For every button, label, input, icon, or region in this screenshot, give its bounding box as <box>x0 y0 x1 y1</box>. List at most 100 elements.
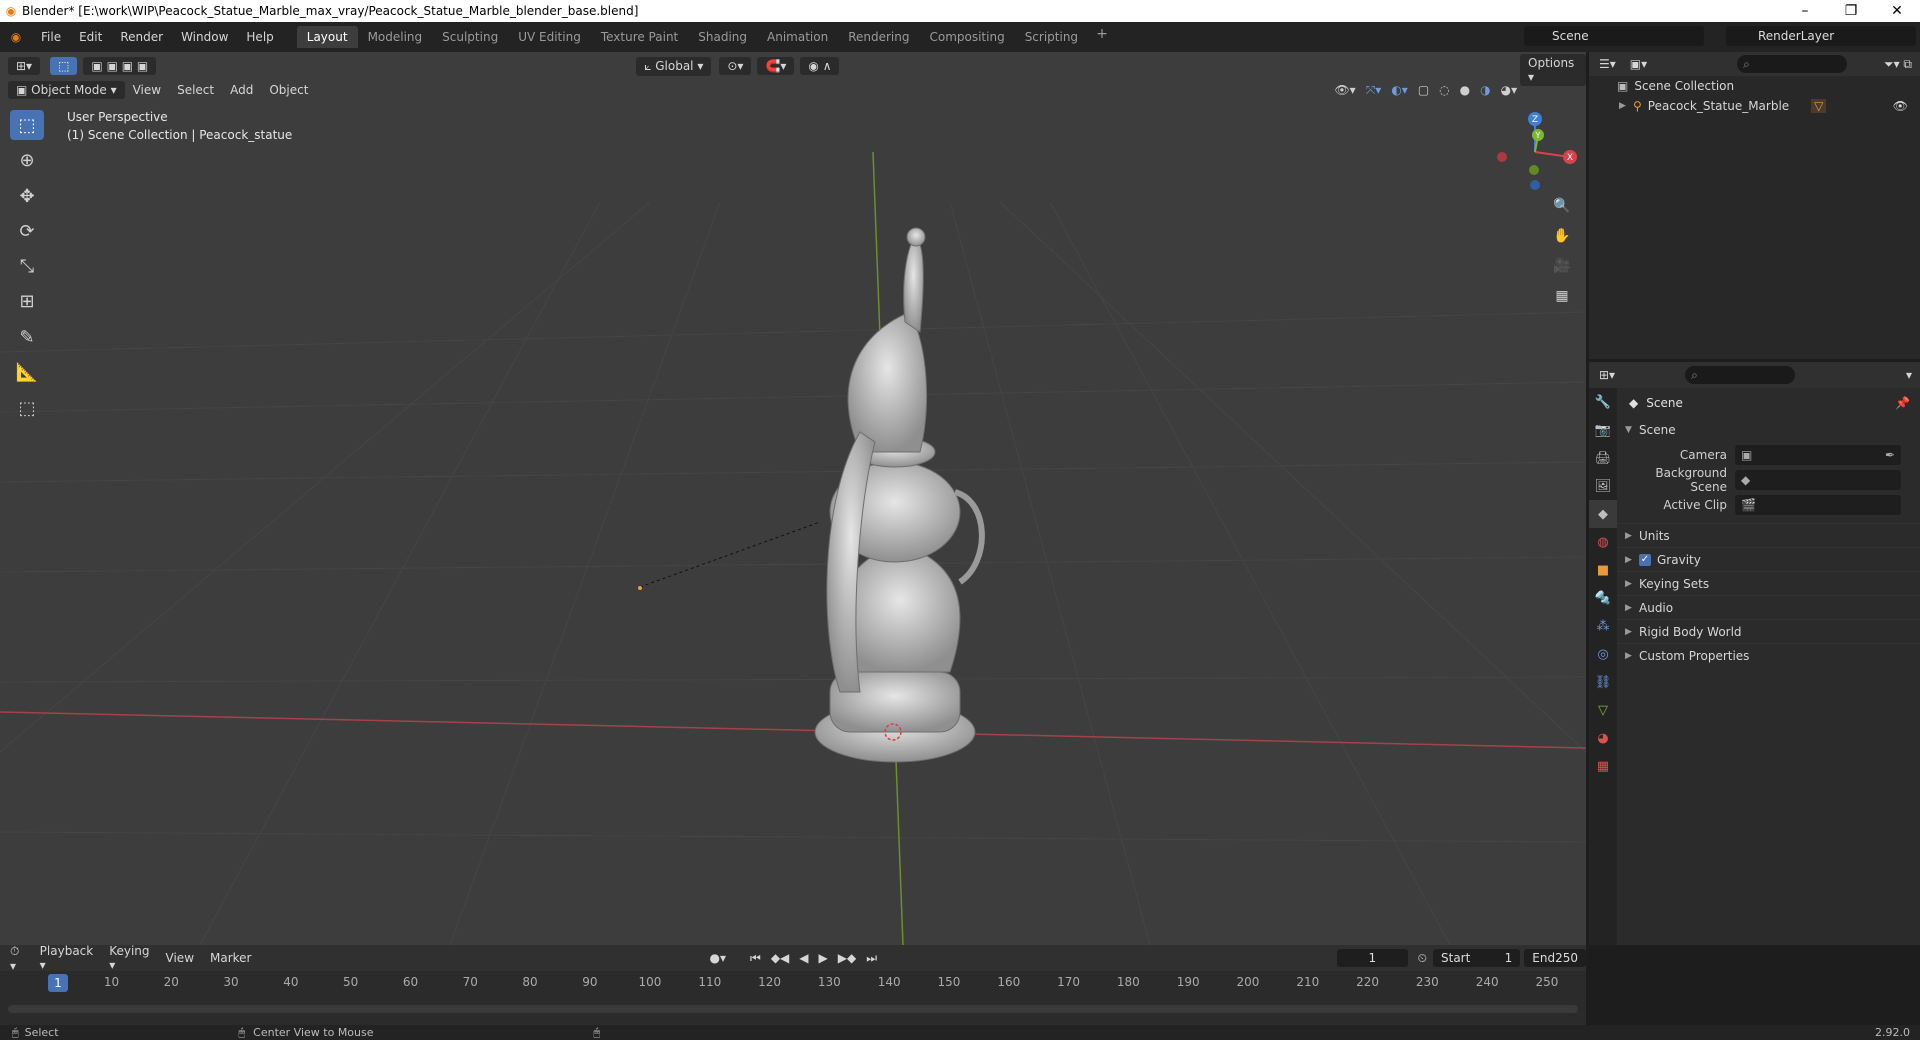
measure-tool-icon[interactable]: 📐 <box>10 357 44 387</box>
outliner-search-input[interactable]: ⌕ <box>1737 55 1848 73</box>
tab-shading[interactable]: Shading <box>688 26 757 48</box>
solid-shading-icon[interactable]: ● <box>1460 83 1470 98</box>
snap-icon[interactable]: 🧲▾ <box>757 57 795 75</box>
scene-selector[interactable]: Scene <box>1524 26 1704 46</box>
zoom-icon[interactable]: 🔍 <box>1548 192 1576 220</box>
outliner-editor-type-icon[interactable]: ☰▾ <box>1599 57 1616 71</box>
panel-gravity[interactable]: ▶ ✓ Gravity <box>1617 547 1920 571</box>
properties-search-input[interactable]: ⌕ <box>1685 366 1796 384</box>
tab-layout[interactable]: Layout <box>296 26 358 48</box>
proportional-edit-icon[interactable]: ◉ ∧ <box>800 57 840 75</box>
select-tool-icon[interactable]: ⬚ <box>10 110 44 140</box>
current-frame-indicator[interactable]: 1 <box>48 974 68 992</box>
display-mode-icon[interactable]: ▣▾ <box>1630 57 1647 71</box>
render-layer-selector[interactable]: RenderLayer <box>1726 26 1916 46</box>
wireframe-shading-icon[interactable]: ◌ <box>1439 83 1449 98</box>
timeline-scrollbar[interactable] <box>8 1005 1578 1013</box>
start-frame-field[interactable]: Start 1 <box>1433 949 1521 967</box>
gravity-checkbox[interactable]: ✓ <box>1639 553 1651 566</box>
material-tab-icon[interactable]: ◕ <box>1589 724 1617 752</box>
render-tab-icon[interactable]: 📷 <box>1589 416 1617 444</box>
view-layer-tab-icon[interactable]: 🖼 <box>1589 472 1617 500</box>
visibility-eye-icon[interactable]: 👁 <box>1893 99 1908 113</box>
modifier-tab-icon[interactable]: 🔩 <box>1589 584 1617 612</box>
panel-audio[interactable]: ▶ Audio <box>1617 595 1920 619</box>
object-tab-icon[interactable]: ■ <box>1589 556 1617 584</box>
play-reverse-icon[interactable]: ◀ <box>799 951 808 966</box>
add-workspace-icon[interactable]: + <box>1088 26 1116 48</box>
camera-field[interactable]: ▣ ✒ <box>1735 444 1901 465</box>
pan-hand-icon[interactable]: ✋ <box>1548 222 1576 250</box>
viewport-menu-object[interactable]: Object <box>261 83 316 97</box>
pin-icon[interactable]: 📌 <box>1895 396 1910 410</box>
panel-units[interactable]: ▶ Units <box>1617 523 1920 547</box>
tab-uv-editing[interactable]: UV Editing <box>508 26 591 48</box>
menu-edit[interactable]: Edit <box>70 30 111 44</box>
object-data-icon[interactable]: ▽ <box>1811 99 1827 113</box>
tab-scripting[interactable]: Scripting <box>1015 26 1088 48</box>
blender-menu-icon[interactable]: ◉ <box>0 30 32 44</box>
current-frame-field[interactable]: 1 <box>1337 949 1408 967</box>
tab-texture-paint[interactable]: Texture Paint <box>591 26 688 48</box>
timeline-menu-marker[interactable]: Marker <box>202 951 259 965</box>
mode-dropdown[interactable]: ▣ Object Mode ▾ <box>8 81 125 99</box>
pivot-icon[interactable]: ⊙▾ <box>719 57 752 75</box>
play-icon[interactable]: ▶ <box>819 951 828 966</box>
select-box-icon[interactable]: ⬚ <box>50 57 78 75</box>
rendered-shading-icon[interactable]: ◕▾ <box>1501 83 1518 98</box>
tab-animation[interactable]: Animation <box>757 26 838 48</box>
restore-button[interactable]: ❐ <box>1828 3 1874 19</box>
active-clip-field[interactable]: 🎬 <box>1735 494 1901 515</box>
jump-start-icon[interactable]: ⏮ <box>750 951 761 966</box>
properties-options-icon[interactable]: ▾ <box>1906 368 1912 382</box>
overlay-toggle-icon[interactable]: ◐▾ <box>1391 83 1408 98</box>
frame-ruler[interactable]: 1 10 20 30 40 50 60 70 80 90 100 110 120 130 140 150 16… <box>0 973 1586 995</box>
tab-rendering[interactable]: Rendering <box>838 26 919 48</box>
tab-sculpting[interactable]: Sculpting <box>432 26 508 48</box>
add-cube-tool-icon[interactable]: ⬚ <box>10 393 44 423</box>
scale-tool-icon[interactable]: ⤡ <box>10 251 44 281</box>
timeline-menu-view[interactable]: View <box>158 951 202 965</box>
tool-tab-icon[interactable]: 🔧 <box>1589 388 1617 416</box>
outliner-item[interactable]: ▶ ⚲ Peacock_Statue_Marble ▽ 👁 <box>1589 96 1920 116</box>
viewport-menu-select[interactable]: Select <box>169 83 222 97</box>
scene-section-header[interactable]: ▼ Scene <box>1617 418 1920 442</box>
camera-view-icon[interactable]: 🎥 <box>1548 252 1576 280</box>
jump-end-icon[interactable]: ⏭ <box>866 951 877 966</box>
next-keyframe-icon[interactable]: ▶◆ <box>838 951 856 966</box>
filter-icon[interactable]: ⏷▾ ⧉ <box>1884 57 1912 72</box>
constraints-tab-icon[interactable]: ⛓ <box>1589 668 1617 696</box>
material-shading-icon[interactable]: ◑ <box>1480 83 1490 98</box>
menu-render[interactable]: Render <box>111 30 172 44</box>
menu-window[interactable]: Window <box>172 30 237 44</box>
output-tab-icon[interactable]: 🖨 <box>1589 444 1617 472</box>
outliner-scene-collection[interactable]: ▣ Scene Collection <box>1589 76 1920 96</box>
end-frame-field[interactable]: End 250 <box>1524 949 1586 967</box>
close-button[interactable]: ✕ <box>1874 3 1920 19</box>
prev-keyframe-icon[interactable]: ◆◀ <box>771 951 789 966</box>
record-icon[interactable]: ●▾ <box>710 951 727 966</box>
panel-custom-properties[interactable]: ▶ Custom Properties <box>1617 643 1920 667</box>
perspective-toggle-icon[interactable]: ▦ <box>1548 282 1576 310</box>
properties-editor-type-icon[interactable]: ⊞▾ <box>1599 368 1615 382</box>
cursor-tool-icon[interactable]: ⊕ <box>10 145 44 175</box>
xray-icon[interactable]: ▢ <box>1418 83 1429 98</box>
clock-icon[interactable]: ⏲ <box>1418 951 1427 966</box>
navigation-gizmo[interactable]: Z X Y <box>1490 107 1580 197</box>
tab-modeling[interactable]: Modeling <box>358 26 433 48</box>
minimize-button[interactable]: – <box>1782 3 1828 19</box>
scene-tab-icon[interactable]: ◆ <box>1589 500 1617 528</box>
transform-orientation-dropdown[interactable]: ⟀ Global ▾ <box>636 56 712 76</box>
texture-tab-icon[interactable]: ▦ <box>1589 752 1617 780</box>
editor-type-icon[interactable]: ⊞▾ <box>8 57 41 75</box>
eyedropper-icon[interactable]: ✒ <box>1885 448 1895 462</box>
annotate-tool-icon[interactable]: ✎ <box>10 322 44 352</box>
panel-keying-sets[interactable]: ▶ Keying Sets <box>1617 571 1920 595</box>
physics-tab-icon[interactable]: ◎ <box>1589 640 1617 668</box>
tab-compositing[interactable]: Compositing <box>919 26 1014 48</box>
background-scene-field[interactable]: ◆ <box>1735 469 1901 490</box>
world-tab-icon[interactable]: ◍ <box>1589 528 1617 556</box>
visibility-icon[interactable]: 👁▾ <box>1334 83 1355 98</box>
options-dropdown[interactable]: Options ▾ <box>1520 54 1586 86</box>
panel-rigid-body-world[interactable]: ▶ Rigid Body World <box>1617 619 1920 643</box>
